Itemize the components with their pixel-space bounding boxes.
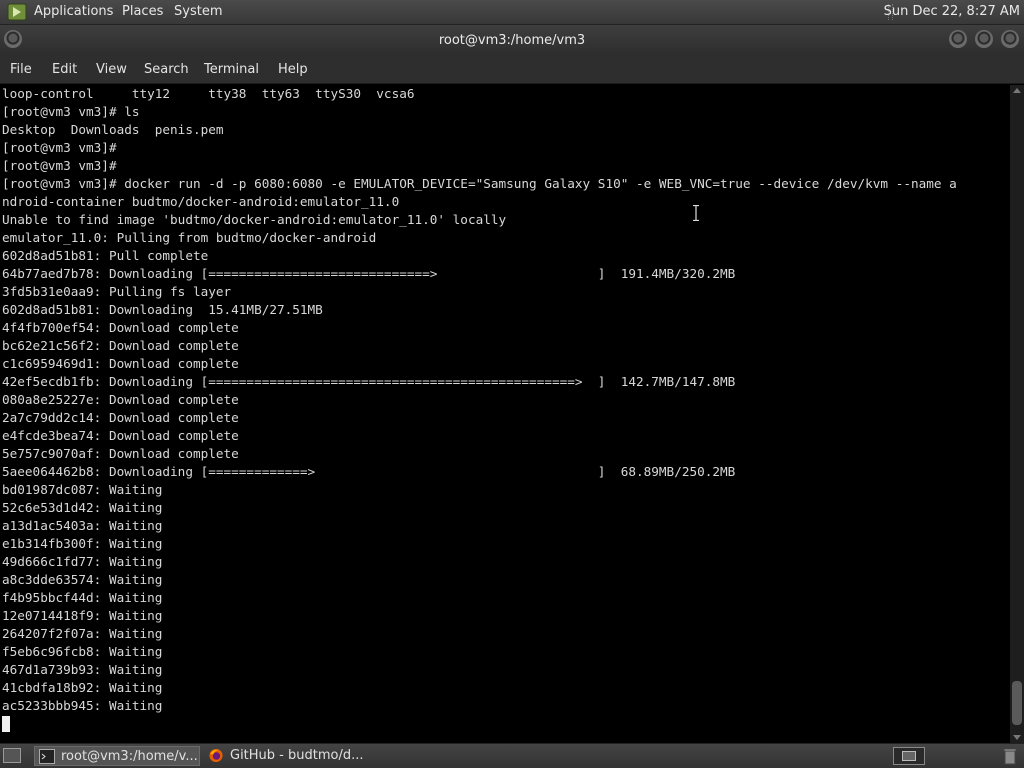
terminal-line: 264207f2f07a: Waiting xyxy=(2,626,163,641)
terminal-line: 467d1a739b93: Waiting xyxy=(2,662,163,677)
firefox-icon xyxy=(209,748,223,763)
top-panel: Applications Places System Sun Dec 22, 8… xyxy=(0,0,1024,25)
terminal-output[interactable]: loop-control tty12 tty38 tty63 ttyS30 vc… xyxy=(0,85,1010,743)
terminal-line: loop-control tty12 tty38 tty63 ttyS30 vc… xyxy=(2,86,415,101)
menu-file[interactable]: File xyxy=(10,62,32,77)
taskbar-item-label: GitHub - budtmo/d... xyxy=(230,748,364,763)
terminal-menubar: File Edit View Search Terminal Help xyxy=(0,56,1024,84)
terminal-line: [root@vm3 vm3]# xyxy=(2,158,117,173)
scroll-down-arrow-icon[interactable] xyxy=(1013,735,1021,740)
terminal-line: 42ef5ecdb1fb: Downloading [=============… xyxy=(2,374,736,389)
close-button[interactable] xyxy=(1001,30,1019,48)
window-title: root@vm3:/home/vm3 xyxy=(438,33,586,48)
terminal-line: bc62e21c56f2: Download complete xyxy=(2,338,239,353)
taskbar-item-firefox[interactable]: GitHub - budtmo/d... xyxy=(204,746,370,766)
terminal-line: 602d8ad51b81: Downloading 15.41MB/27.51M… xyxy=(2,302,323,317)
terminal-line: ndroid-container budtmo/docker-android:e… xyxy=(2,194,400,209)
terminal-text: loop-control tty12 tty38 tty63 ttyS30 vc… xyxy=(0,85,1010,715)
terminal-scrollbar[interactable] xyxy=(1010,85,1024,743)
show-desktop-icon[interactable] xyxy=(3,748,21,763)
terminal-line: 3fd5b31e0aa9: Pulling fs layer xyxy=(2,284,232,299)
text-cursor xyxy=(2,716,10,732)
terminal-line: 5aee064462b8: Downloading [=============… xyxy=(2,464,736,479)
menu-view[interactable]: View xyxy=(96,62,127,77)
window-titlebar[interactable]: root@vm3:/home/vm3 xyxy=(0,25,1024,56)
terminal-line: Desktop Downloads penis.pem xyxy=(2,122,224,137)
bottom-panel: root@vm3:/home/v... GitHub - budtmo/d... xyxy=(0,743,1024,768)
workspace-switcher[interactable] xyxy=(893,747,925,765)
terminal-line: [root@vm3 vm3]# xyxy=(2,140,117,155)
clock[interactable]: Sun Dec 22, 8:27 AM xyxy=(884,4,1020,19)
terminal-line: f5eb6c96fcb8: Waiting xyxy=(2,644,163,659)
taskbar-item-terminal[interactable]: root@vm3:/home/v... xyxy=(34,746,200,766)
terminal-line: 52c6e53d1d42: Waiting xyxy=(2,500,163,515)
terminal-line: 12e0714418f9: Waiting xyxy=(2,608,163,623)
taskbar-item-label: root@vm3:/home/v... xyxy=(61,749,198,764)
terminal-line: 602d8ad51b81: Pull complete xyxy=(2,248,209,263)
menu-applications[interactable]: Applications xyxy=(34,4,113,19)
workspace-1[interactable] xyxy=(902,751,916,761)
terminal-line: bd01987dc087: Waiting xyxy=(2,482,163,497)
trash-icon[interactable] xyxy=(1002,747,1018,765)
terminal-line: c1c6959469d1: Download complete xyxy=(2,356,239,371)
scrollbar-thumb[interactable] xyxy=(1012,681,1022,725)
terminal-line: 64b77aed7b78: Downloading [=============… xyxy=(2,266,736,281)
menu-edit[interactable]: Edit xyxy=(52,62,77,77)
terminal-line: 5e757c9070af: Download complete xyxy=(2,446,239,461)
gnome-foot-icon[interactable] xyxy=(7,3,27,21)
maximize-button[interactable] xyxy=(975,30,993,48)
terminal-line: ac5233bbb945: Waiting xyxy=(2,698,163,713)
terminal-line: e1b314fb300f: Waiting xyxy=(2,536,163,551)
terminal-icon xyxy=(39,749,55,764)
terminal-line: 080a8e25227e: Download complete xyxy=(2,392,239,407)
menu-terminal[interactable]: Terminal xyxy=(204,62,259,77)
terminal-line: f4b95bbcf44d: Waiting xyxy=(2,590,163,605)
menu-system[interactable]: System xyxy=(174,4,222,19)
terminal-line: emulator_11.0: Pulling from budtmo/docke… xyxy=(2,230,377,245)
menu-search[interactable]: Search xyxy=(144,62,189,77)
terminal-line: 41cbdfa18b92: Waiting xyxy=(2,680,163,695)
terminal-line: 2a7c79dd2c14: Download complete xyxy=(2,410,239,425)
scroll-up-arrow-icon[interactable] xyxy=(1013,88,1021,93)
mouse-ibeam-icon xyxy=(693,205,699,221)
terminal-line: a13d1ac5403a: Waiting xyxy=(2,518,163,533)
terminal-line: [root@vm3 vm3]# docker run -d -p 6080:60… xyxy=(2,176,957,191)
terminal-line: a8c3dde63574: Waiting xyxy=(2,572,163,587)
minimize-button[interactable] xyxy=(949,30,967,48)
terminal-line: 4f4fb700ef54: Download complete xyxy=(2,320,239,335)
terminal-line: e4fcde3bea74: Download complete xyxy=(2,428,239,443)
menu-places[interactable]: Places xyxy=(122,4,163,19)
terminal-line: [root@vm3 vm3]# ls xyxy=(2,104,140,119)
terminal-line: 49d666c1fd77: Waiting xyxy=(2,554,163,569)
menu-help[interactable]: Help xyxy=(278,62,308,77)
terminal-line: Unable to find image 'budtmo/docker-andr… xyxy=(2,212,507,227)
